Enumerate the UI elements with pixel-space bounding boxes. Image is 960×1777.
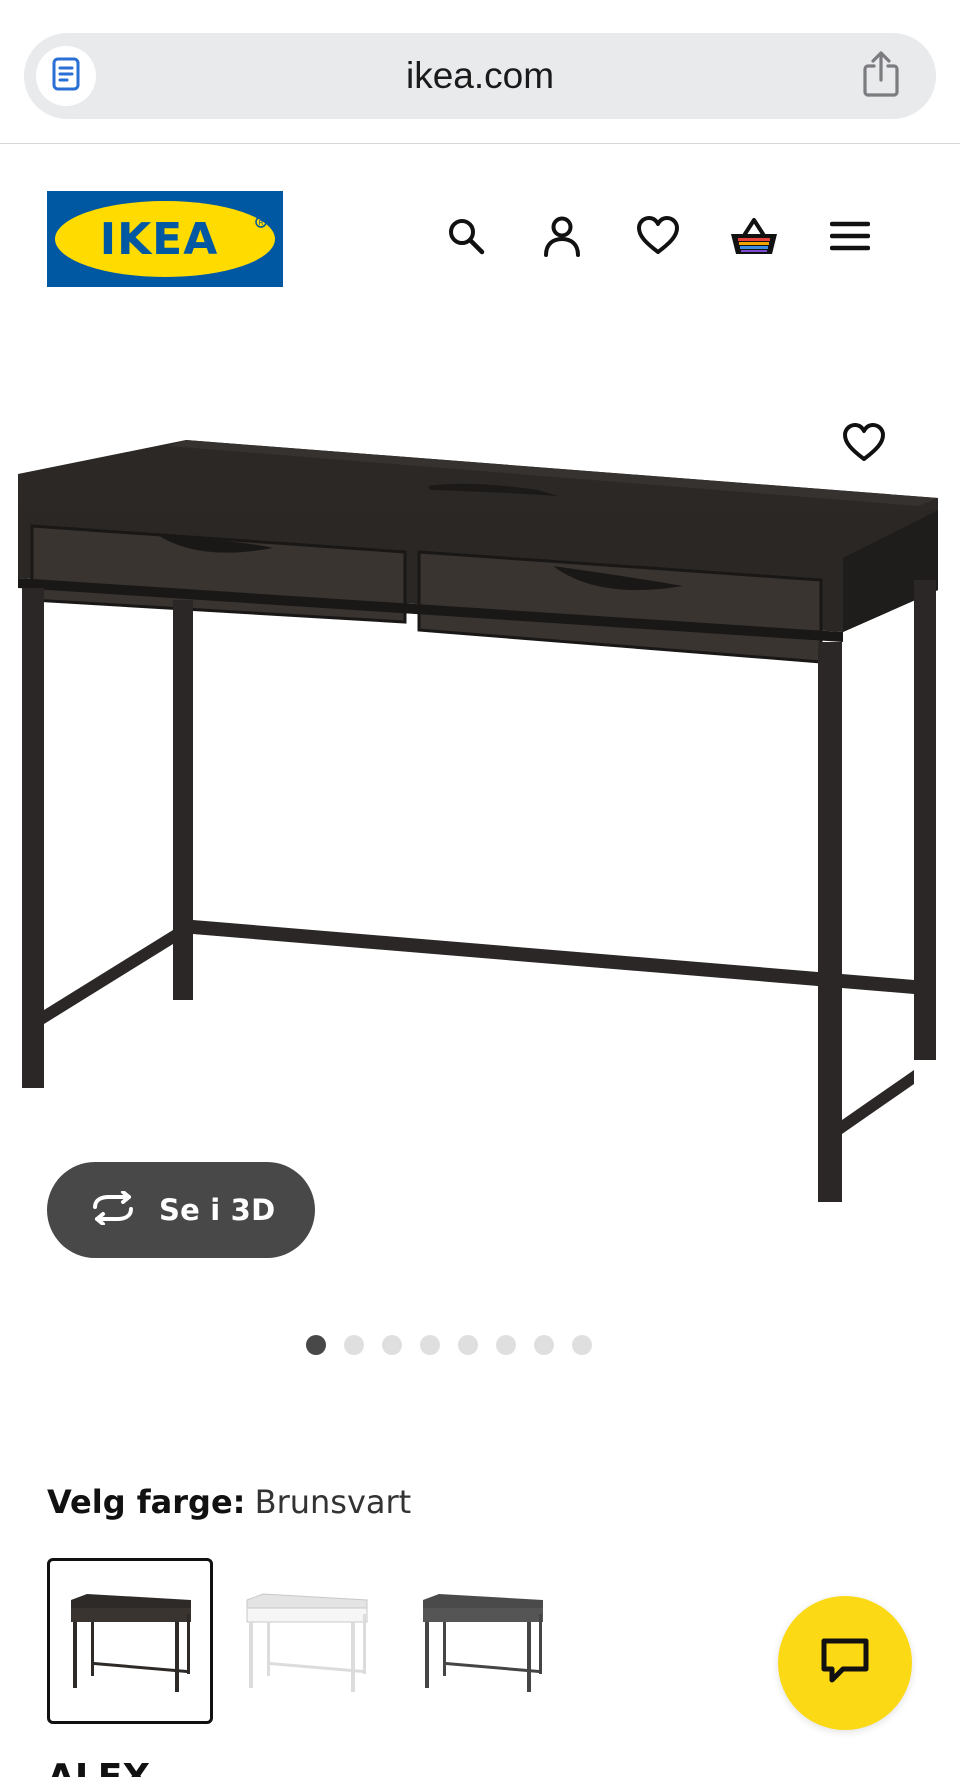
gallery-dot[interactable] [382, 1335, 402, 1355]
gallery-dot[interactable] [306, 1335, 326, 1355]
share-icon [860, 50, 902, 103]
gallery-dot[interactable] [344, 1335, 364, 1355]
site-header: IKEA R [0, 145, 960, 335]
view-in-3d-label: Se i 3D [159, 1193, 276, 1227]
svg-text:R: R [259, 219, 264, 227]
gallery-pagination [0, 1335, 960, 1357]
browser-toolbar: ikea.com [0, 0, 960, 144]
save-to-favourites-button[interactable] [819, 400, 909, 490]
basket-icon [729, 216, 779, 261]
color-swatch-gra[interactable] [399, 1558, 565, 1724]
address-bar[interactable]: ikea.com [24, 33, 936, 119]
search-button[interactable] [418, 213, 514, 263]
color-selection-label: Velg farge: Brunsvart [47, 1480, 411, 1524]
gallery-dot[interactable] [458, 1335, 478, 1355]
chat-icon [819, 1636, 871, 1691]
product-gallery[interactable]: Se i 3D [0, 380, 960, 1280]
heart-icon [842, 422, 886, 468]
search-icon [446, 216, 486, 261]
chat-button[interactable] [778, 1596, 912, 1730]
svg-text:IKEA: IKEA [100, 214, 219, 265]
basket-button[interactable] [706, 213, 802, 263]
share-button[interactable] [856, 50, 906, 103]
heart-icon [636, 215, 680, 261]
menu-icon [829, 220, 871, 257]
menu-button[interactable] [802, 213, 898, 263]
color-swatch-hvit[interactable] [223, 1558, 389, 1724]
rotate-3d-icon [89, 1189, 137, 1230]
color-swatch-brunsvart[interactable] [47, 1558, 213, 1724]
ikea-logo[interactable]: IKEA R [47, 191, 283, 287]
view-in-3d-button[interactable]: Se i 3D [47, 1162, 315, 1258]
url-text[interactable]: ikea.com [24, 33, 936, 119]
gallery-dot[interactable] [572, 1335, 592, 1355]
account-button[interactable] [514, 213, 610, 263]
wishlist-button[interactable] [610, 213, 706, 263]
account-icon [542, 215, 582, 262]
header-actions [418, 213, 898, 263]
selected-color-name: Brunsvart [254, 1483, 412, 1521]
product-image[interactable] [18, 410, 943, 1240]
gallery-dot[interactable] [420, 1335, 440, 1355]
product-name: ALEX [47, 1758, 150, 1777]
color-selection-key: Velg farge: [47, 1483, 246, 1521]
gallery-dot[interactable] [534, 1335, 554, 1355]
color-swatches [47, 1558, 565, 1726]
gallery-dot[interactable] [496, 1335, 516, 1355]
